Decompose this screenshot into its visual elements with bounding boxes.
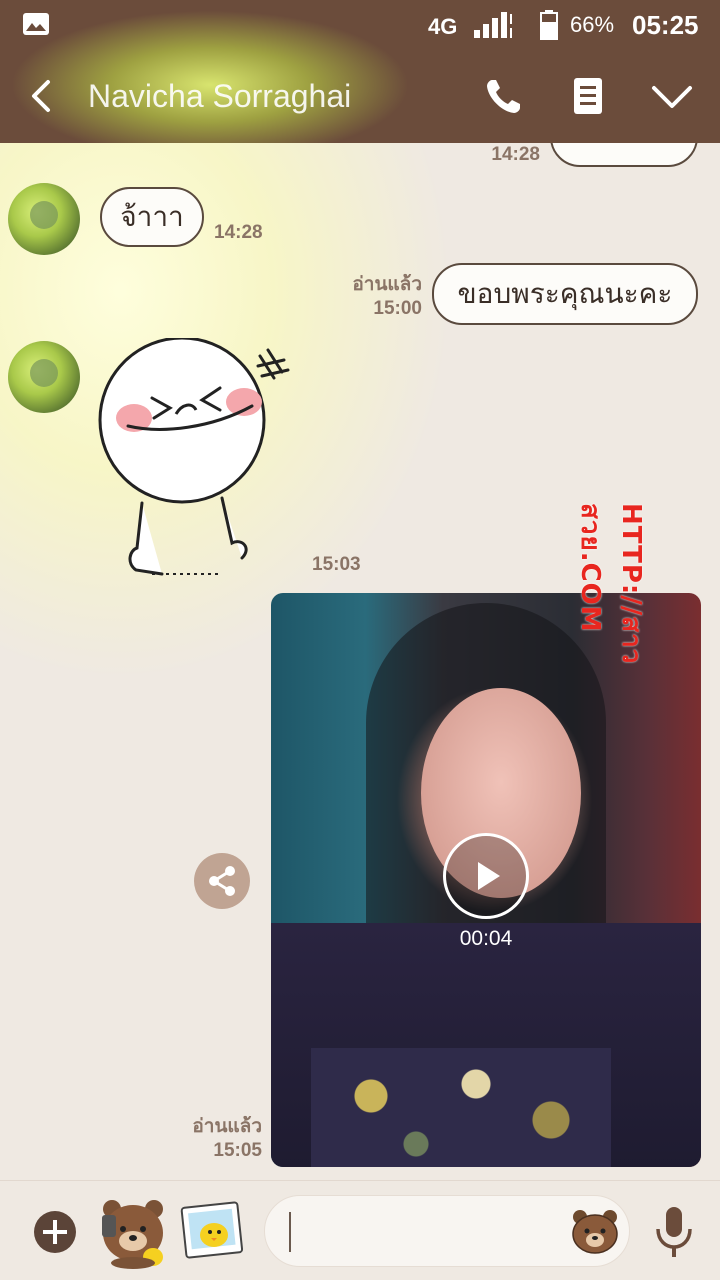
plus-button[interactable] bbox=[34, 1211, 76, 1253]
share-icon bbox=[209, 866, 235, 896]
message-time: 14:28 bbox=[491, 144, 540, 165]
emoji-icon[interactable] bbox=[571, 1208, 619, 1254]
message-time: 15:03 bbox=[312, 554, 361, 575]
video-frame-pattern bbox=[311, 1048, 611, 1167]
play-icon bbox=[478, 862, 500, 890]
message-text: จ้าาา bbox=[120, 200, 184, 233]
message-text: ขอบพระคุณนะคะ bbox=[457, 277, 673, 310]
battery-icon bbox=[540, 10, 558, 40]
image-notification-icon bbox=[23, 13, 49, 35]
text-cursor bbox=[289, 1212, 291, 1252]
status-time: 05:25 bbox=[632, 10, 699, 40]
signal-icon bbox=[474, 12, 512, 38]
avatar[interactable] bbox=[8, 341, 80, 413]
message-input[interactable] bbox=[287, 1214, 557, 1250]
notes-icon[interactable] bbox=[566, 74, 610, 118]
mic-icon[interactable] bbox=[654, 1205, 694, 1259]
chevron-down-icon[interactable] bbox=[650, 74, 694, 118]
share-button[interactable] bbox=[194, 853, 250, 909]
input-bar bbox=[0, 1180, 720, 1280]
plus-icon bbox=[43, 1220, 67, 1244]
sticker-icon[interactable] bbox=[98, 1195, 168, 1269]
message-input-container[interactable] bbox=[264, 1195, 630, 1267]
network-type: 4G bbox=[428, 14, 458, 39]
message-time: 14:28 bbox=[214, 222, 263, 243]
read-receipt-block: อ่านแล้ว 15:00 bbox=[330, 273, 422, 321]
back-icon[interactable] bbox=[22, 76, 62, 116]
chat-header: Navicha Sorraghai bbox=[0, 50, 720, 143]
message-bubble-partial[interactable] bbox=[550, 143, 698, 167]
message-bubble[interactable]: จ้าาา bbox=[100, 187, 204, 247]
video-duration: 00:04 bbox=[459, 927, 513, 950]
read-receipt: อ่านแล้ว bbox=[192, 1116, 262, 1137]
read-receipt: อ่านแล้ว bbox=[352, 274, 422, 295]
phone-icon[interactable] bbox=[482, 74, 526, 118]
message-time: 15:00 bbox=[373, 298, 422, 319]
play-button[interactable] bbox=[443, 833, 529, 919]
read-receipt-block: อ่านแล้ว 15:05 bbox=[170, 1115, 262, 1163]
photo-icon[interactable] bbox=[180, 1201, 244, 1261]
top-bar: 4G 66% 05:25 Navicha Sorraghai bbox=[0, 0, 720, 143]
chat-title[interactable]: Navicha Sorraghai bbox=[88, 78, 351, 115]
battery-percent: 66% bbox=[570, 12, 615, 37]
chat-area[interactable]: 14:28 จ้าาา 14:28 อ่านแล้ว 15:00 ขอบพระค… bbox=[0, 143, 720, 1180]
sticker-laughing-character[interactable] bbox=[92, 338, 312, 583]
message-bubble[interactable]: ขอบพระคุณนะคะ bbox=[432, 263, 698, 325]
status-bar: 4G 66% 05:25 bbox=[0, 0, 720, 50]
watermark-text: HTTP://สาวสวย.COM bbox=[575, 503, 646, 665]
message-time: 15:05 bbox=[213, 1140, 262, 1161]
avatar[interactable] bbox=[8, 183, 80, 255]
